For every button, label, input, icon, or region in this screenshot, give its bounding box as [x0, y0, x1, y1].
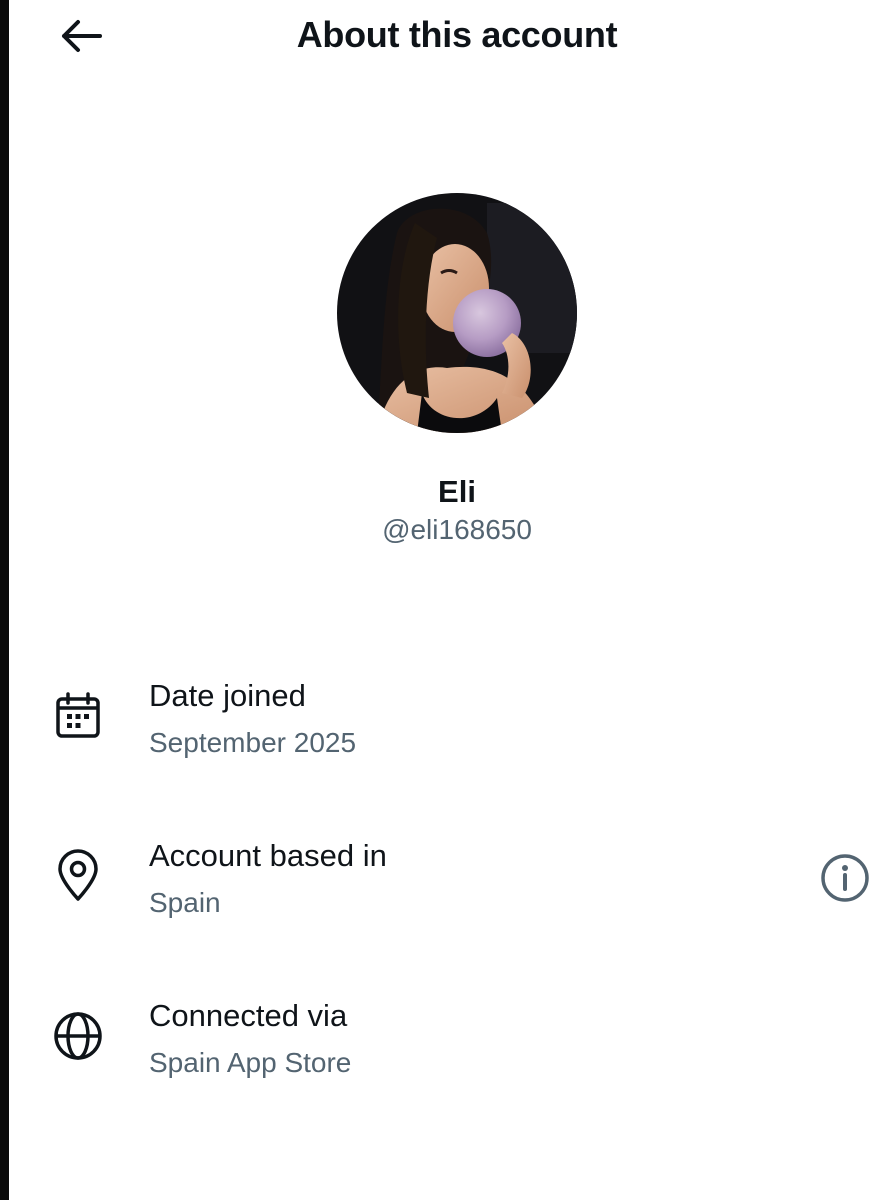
connected-via-value: Spain App Store [149, 1047, 352, 1078]
avatar[interactable] [337, 193, 577, 433]
date-joined-value: September 2025 [149, 727, 357, 758]
account-based-in-label: Account based in [149, 838, 387, 873]
connected-via-row: Connected via Spain App Store [0, 990, 890, 1100]
date-joined-row: Date joined September 2025 [0, 670, 890, 780]
user-handle: @eli168650 [382, 514, 532, 545]
display-name: Eli [438, 474, 476, 509]
calendar-icon [50, 688, 106, 744]
account-based-in-row: Account based in Spain [0, 830, 890, 940]
info-icon [821, 854, 869, 902]
info-button[interactable] [815, 848, 875, 908]
top-bar: About this account [0, 0, 890, 72]
account-based-in-value: Spain [149, 887, 221, 918]
location-pin-icon [50, 848, 106, 904]
date-joined-label: Date joined [149, 678, 306, 713]
avatar-photo [337, 193, 577, 433]
globe-icon [50, 1008, 106, 1064]
page-title: About this account [296, 14, 618, 55]
connected-via-label: Connected via [149, 998, 348, 1033]
